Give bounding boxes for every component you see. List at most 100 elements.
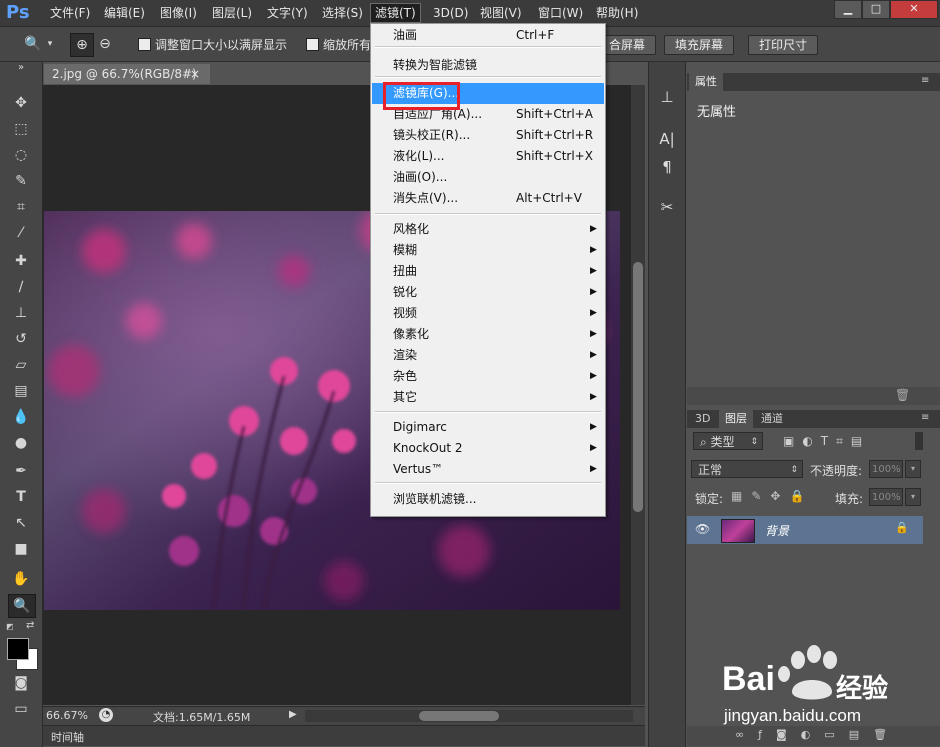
eyedropper-tool-icon[interactable]: ⁄ <box>8 222 34 244</box>
blur-tool-icon[interactable]: 💧 <box>8 406 34 428</box>
filter-toggle-switch[interactable] <box>915 432 923 450</box>
maximize-icon[interactable]: □ <box>862 0 890 19</box>
status-info-icon[interactable]: ◔ <box>99 708 113 722</box>
filter-menu-item[interactable]: 模糊 ▶ <box>372 240 604 261</box>
zoom-tool-icon[interactable]: 🔍 <box>22 33 44 55</box>
dodge-tool-icon[interactable]: ● <box>8 432 34 454</box>
lock-icons[interactable]: ▦✎✥🔒 <box>731 489 813 503</box>
chevron-down-icon[interactable]: ▾ <box>44 33 56 55</box>
pen-tool-icon[interactable]: ✒ <box>8 460 34 482</box>
opacity-input[interactable]: 100% <box>869 460 903 478</box>
type-tool-icon[interactable]: T <box>8 486 34 508</box>
gradient-tool-icon[interactable]: ▤ <box>8 380 34 402</box>
marquee-tool-icon[interactable]: ⬚ <box>8 118 34 140</box>
menu-filter[interactable]: 滤镜(T) <box>370 3 421 23</box>
filter-menu-item[interactable]: 其它 ▶ <box>372 387 604 408</box>
blend-mode-select[interactable]: 正常 ⇕ <box>691 460 803 478</box>
horizontal-scroll-thumb[interactable] <box>419 711 499 721</box>
menu-layer[interactable]: 图层(L) <box>208 4 256 22</box>
menu-edit[interactable]: 编辑(E) <box>100 4 149 22</box>
zoom-out-icon[interactable]: ⊖ <box>94 33 116 55</box>
layers-panel-menu-icon[interactable]: ≡ <box>921 412 929 423</box>
filter-menu-item[interactable]: Digimarc ▶ <box>372 417 604 438</box>
menu-select[interactable]: 选择(S) <box>318 4 367 22</box>
zoom-level[interactable]: 66.67% <box>46 709 88 722</box>
healing-brush-tool-icon[interactable]: ✚ <box>8 250 34 272</box>
fill-input[interactable]: 100% <box>869 488 903 506</box>
tab-3d[interactable]: 3D <box>689 410 716 428</box>
opacity-dropdown-icon[interactable]: ▾ <box>905 460 921 478</box>
resize-windows-checkbox[interactable] <box>138 38 151 51</box>
brush-tool-icon[interactable]: ∕ <box>8 276 34 298</box>
filter-menu-item[interactable]: 液化(L)... Shift+Ctrl+X <box>372 146 604 167</box>
filter-menu-item[interactable]: 扭曲 ▶ <box>372 261 604 282</box>
fill-screen-button[interactable]: 填充屏幕 <box>664 35 735 55</box>
document-tab[interactable]: 2.jpg @ 66.7%(RGB/8#) × <box>44 64 210 84</box>
filter-menu-item[interactable]: 转换为智能滤镜 <box>372 55 604 76</box>
filter-menu-item[interactable]: 镜头校正(R)... Shift+Ctrl+R <box>372 125 604 146</box>
character-panel-icon[interactable]: A| <box>655 128 679 150</box>
crop-tool-icon[interactable]: ⌗ <box>8 196 34 218</box>
eraser-tool-icon[interactable]: ▱ <box>8 354 34 376</box>
close-icon[interactable]: ✕ <box>890 0 938 19</box>
zoom-tool-selected-icon[interactable]: 🔍 <box>8 594 36 618</box>
zoom-in-icon[interactable]: ⊕ <box>70 33 94 57</box>
clone-stamp-tool-icon[interactable]: ⊥ <box>8 302 34 324</box>
layer-name[interactable]: 背景 <box>765 522 789 539</box>
history-brush-tool-icon[interactable]: ↺ <box>8 328 34 350</box>
layer-row-background[interactable]: 👁 背景 🔒 <box>687 516 923 544</box>
fit-screen-button[interactable]: 合屏幕 <box>598 35 657 55</box>
filter-menu-item[interactable]: 风格化 ▶ <box>372 219 604 240</box>
menu-view[interactable]: 视图(V) <box>476 4 526 22</box>
paragraph-panel-icon[interactable]: ¶ <box>655 156 679 178</box>
timeline-panel-bar[interactable]: 时间轴 <box>43 725 645 746</box>
trash-icon[interactable]: 🗑 <box>895 388 910 402</box>
tab-properties[interactable]: 属性 <box>689 73 723 91</box>
filter-menu-item[interactable]: 油画(O)... <box>372 167 604 188</box>
print-size-button[interactable]: 打印尺寸 <box>748 35 819 55</box>
filter-menu-item[interactable]: 杂色 ▶ <box>372 366 604 387</box>
filter-menu-item[interactable]: 像素化 ▶ <box>372 324 604 345</box>
quick-select-tool-icon[interactable]: ✎ <box>8 170 34 192</box>
hand-tool-icon[interactable]: ✋ <box>8 568 34 590</box>
close-tab-icon[interactable]: × <box>190 64 200 84</box>
swap-colors-icon[interactable]: ⇄ <box>26 620 36 631</box>
quick-mask-icon[interactable]: ◙ <box>8 672 34 694</box>
tab-channels[interactable]: 通道 <box>755 410 789 428</box>
filter-menu-item[interactable]: Vertus™ ▶ <box>372 459 604 480</box>
filter-menu-item[interactable]: 浏览联机滤镜... <box>372 489 604 510</box>
filter-menu-item[interactable]: 油画 Ctrl+F <box>372 25 604 46</box>
filter-menu-item[interactable]: 视频 ▶ <box>372 303 604 324</box>
menu-type[interactable]: 文字(Y) <box>263 4 312 22</box>
photoshop-logo: Ps <box>6 2 30 23</box>
filter-menu-item[interactable]: KnockOut 2 ▶ <box>372 438 604 459</box>
fill-dropdown-icon[interactable]: ▾ <box>905 488 921 506</box>
filter-menu-item[interactable]: 渲染 ▶ <box>372 345 604 366</box>
layer-filter-icons[interactable]: ▣◐T⌗▤ <box>783 434 870 449</box>
menu-file[interactable]: 文件(F) <box>46 4 94 22</box>
menu-window[interactable]: 窗口(W) <box>534 4 587 22</box>
lasso-tool-icon[interactable]: ◌ <box>8 144 34 166</box>
eye-visibility-icon[interactable]: 👁 <box>695 522 710 536</box>
collapse-arrows-icon[interactable]: » <box>8 62 34 74</box>
shape-tool-icon[interactable]: ■ <box>8 538 34 560</box>
vertical-scroll-thumb[interactable] <box>633 262 643 512</box>
tab-layers[interactable]: 图层 <box>719 410 753 428</box>
menu-image[interactable]: 图像(I) <box>156 4 201 22</box>
screen-mode-icon[interactable]: ▭ <box>8 698 34 720</box>
filter-menu-item[interactable]: 锐化 ▶ <box>372 282 604 303</box>
default-colors-icon[interactable]: ◩ <box>6 622 16 632</box>
tool-presets-icon[interactable]: ✂ <box>655 196 679 218</box>
path-select-tool-icon[interactable]: ↖ <box>8 512 34 534</box>
filter-menu-item[interactable]: 消失点(V)... Alt+Ctrl+V <box>372 188 604 209</box>
panel-menu-icon[interactable]: ≡ <box>921 75 929 86</box>
status-menu-arrow-icon[interactable]: ▶ <box>289 709 297 720</box>
layer-filter-kind[interactable]: ⌕ 类型 ⇕ <box>693 432 763 450</box>
clone-source-icon[interactable]: ⊥ <box>655 86 679 108</box>
menu-3d[interactable]: 3D(D) <box>429 4 472 22</box>
menu-help[interactable]: 帮助(H) <box>592 4 642 22</box>
minimize-icon[interactable]: ▁ <box>834 0 862 19</box>
foreground-color-swatch[interactable] <box>7 638 29 660</box>
move-tool-icon[interactable]: ✥ <box>8 92 34 114</box>
zoom-all-checkbox[interactable] <box>306 38 319 51</box>
